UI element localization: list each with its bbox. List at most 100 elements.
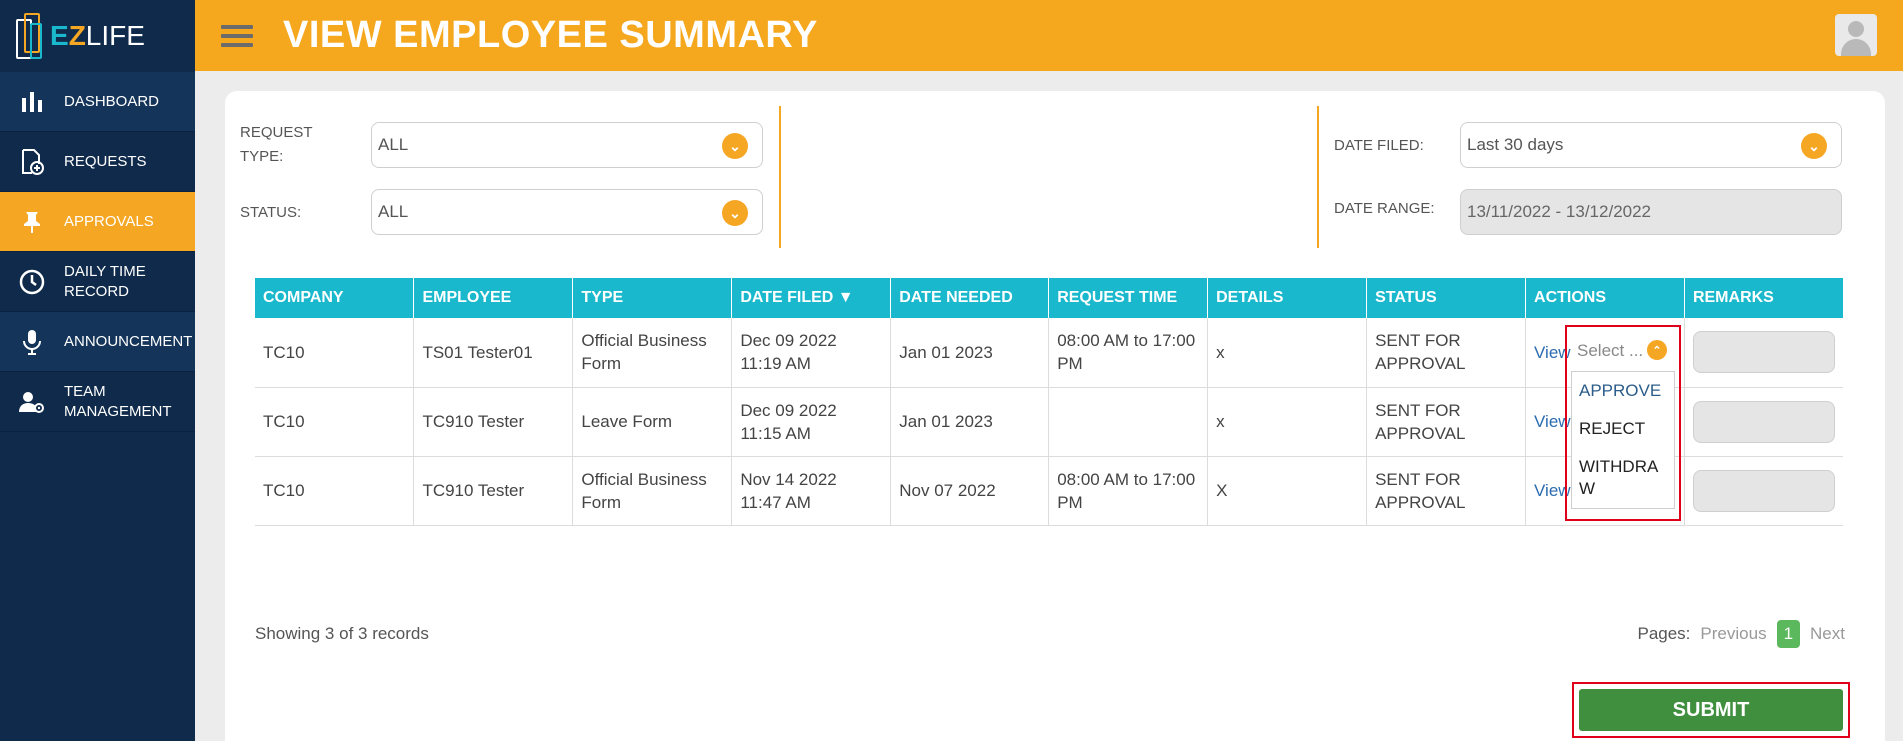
previous-page-link[interactable]: Previous — [1700, 624, 1766, 644]
date-range-label: DATE RANGE: — [1334, 200, 1435, 217]
microphone-icon — [18, 328, 46, 356]
bar-chart-icon — [18, 88, 46, 116]
submit-button[interactable]: SUBMIT — [1579, 689, 1843, 731]
remarks-input[interactable] — [1692, 331, 1835, 374]
sidebar-item-approvals[interactable]: APPROVALS — [0, 192, 195, 252]
sidebar-item-announcement[interactable]: ANNOUNCEMENT — [0, 312, 195, 372]
column-header-actions: ACTIONS — [1525, 278, 1685, 318]
sidebar-item-team-management[interactable]: TEAM MANAGEMENT — [0, 372, 195, 432]
date-filed-label: DATE FILED: — [1334, 137, 1424, 154]
action-options-list: APPROVE REJECT WITHDRAW — [1571, 371, 1675, 509]
cell-request-time: 08:00 AM to 17:00 PM — [1048, 318, 1209, 388]
sidebar: EZLIFE DASHBOARD REQUESTS APPROVALS DAIL… — [0, 0, 195, 741]
cell-employee: TC910 Tester — [413, 387, 574, 457]
chevron-down-icon: ⌄ — [1801, 133, 1827, 159]
divider — [779, 106, 781, 248]
document-add-icon — [18, 148, 46, 176]
records-count: Showing 3 of 3 records — [255, 624, 429, 643]
option-withdraw[interactable]: WITHDRAW — [1572, 448, 1674, 508]
request-type-label: REQUEST TYPE: — [240, 124, 313, 165]
column-header-company[interactable]: COMPANY — [255, 278, 415, 318]
cell-type: Leave Form — [572, 387, 733, 457]
column-header-status[interactable]: STATUS — [1366, 278, 1527, 318]
request-type-select[interactable]: ALL ⌄ — [371, 122, 763, 168]
sidebar-item-label: REQUESTS — [64, 152, 147, 170]
date-range-value: 13/11/2022 - 13/12/2022 — [1467, 202, 1652, 221]
chevron-down-icon: ⌄ — [722, 133, 748, 159]
cell-company: TC10 — [255, 456, 415, 526]
sidebar-item-label: DAILY TIME RECORD — [64, 262, 146, 300]
logo-text: EZLIFE — [50, 20, 145, 51]
user-settings-icon — [18, 388, 46, 416]
cell-date-filed: Dec 09 2022 11:19 AM — [731, 318, 892, 388]
remarks-input[interactable] — [1692, 400, 1835, 443]
cell-type: Official Business Form — [572, 456, 733, 526]
pin-icon — [18, 208, 46, 236]
cell-request-time: 08:00 AM to 17:00 PM — [1048, 456, 1209, 526]
cell-status: SENT FOR APPROVAL — [1366, 387, 1527, 457]
logo-mark-icon — [14, 11, 46, 61]
chevron-up-icon: ⌃ — [1647, 340, 1667, 360]
cell-remarks — [1684, 318, 1843, 388]
pages-label: Pages: — [1637, 624, 1691, 643]
status-value: ALL — [378, 202, 409, 221]
date-filed-select[interactable]: Last 30 days ⌄ — [1460, 122, 1842, 168]
divider — [1317, 106, 1319, 248]
cell-request-time — [1048, 387, 1209, 457]
cell-remarks — [1684, 387, 1843, 457]
clock-icon — [18, 268, 46, 296]
cell-date-needed: Nov 07 2022 — [890, 456, 1050, 526]
sidebar-item-label: ANNOUNCEMENT — [64, 332, 193, 350]
cell-employee: TC910 Tester — [413, 456, 574, 526]
cell-date-needed: Jan 01 2023 — [890, 318, 1050, 388]
column-header-date-filed[interactable]: DATE FILED ▼ — [731, 278, 892, 318]
cell-status: SENT FOR APPROVAL — [1366, 318, 1527, 388]
option-reject[interactable]: REJECT — [1572, 410, 1674, 448]
column-header-request-time[interactable]: REQUEST TIME — [1048, 278, 1209, 318]
cell-status: SENT FOR APPROVAL — [1366, 456, 1527, 526]
sidebar-item-label: TEAM MANAGEMENT — [64, 382, 172, 420]
cell-company: TC10 — [255, 387, 415, 457]
action-select-placeholder: Select ... — [1577, 341, 1644, 360]
chevron-down-icon: ⌄ — [722, 200, 748, 226]
request-type-value: ALL — [378, 135, 409, 154]
cell-details: x — [1207, 318, 1368, 388]
sidebar-item-daily-time-record[interactable]: DAILY TIME RECORD — [0, 252, 195, 312]
pagination: Pages: Previous 1 Next — [1637, 620, 1845, 648]
next-page-link[interactable]: Next — [1810, 624, 1845, 644]
cell-date-filed: Nov 14 2022 11:47 AM — [731, 456, 892, 526]
cell-type: Official Business Form — [572, 318, 733, 388]
top-header: VIEW EMPLOYEE SUMMARY — [195, 0, 1903, 71]
sidebar-item-requests[interactable]: REQUESTS — [0, 132, 195, 192]
hamburger-menu-icon[interactable] — [221, 20, 253, 52]
submit-highlight: SUBMIT — [1572, 682, 1850, 738]
sidebar-item-dashboard[interactable]: DASHBOARD — [0, 72, 195, 132]
option-approve[interactable]: APPROVE — [1572, 372, 1674, 410]
sidebar-item-label: APPROVALS — [64, 212, 154, 230]
column-header-date-needed[interactable]: DATE NEEDED — [890, 278, 1050, 318]
current-page-button[interactable]: 1 — [1776, 620, 1801, 648]
date-range-field: 13/11/2022 - 13/12/2022 — [1460, 189, 1842, 235]
table-header-row: COMPANY EMPLOYEE TYPE DATE FILED ▼ DATE … — [255, 278, 1843, 318]
cell-date-filed: Dec 09 2022 11:15 AM — [731, 387, 892, 457]
cell-details: x — [1207, 387, 1368, 457]
column-header-remarks: REMARKS — [1684, 278, 1843, 318]
cell-company: TC10 — [255, 318, 415, 388]
avatar[interactable] — [1835, 14, 1877, 56]
cell-details: X — [1207, 456, 1368, 526]
page-title: VIEW EMPLOYEE SUMMARY — [283, 14, 818, 56]
status-label: STATUS: — [240, 204, 302, 221]
app-logo[interactable]: EZLIFE — [0, 0, 195, 72]
sidebar-item-label: DASHBOARD — [64, 92, 160, 110]
cell-date-needed: Jan 01 2023 — [890, 387, 1050, 457]
column-header-type[interactable]: TYPE — [572, 278, 733, 318]
column-header-employee[interactable]: EMPLOYEE — [413, 278, 574, 318]
column-header-details[interactable]: DETAILS — [1207, 278, 1368, 318]
date-filed-value: Last 30 days — [1467, 135, 1564, 154]
cell-employee: TS01 Tester01 — [413, 318, 574, 388]
cell-remarks — [1684, 456, 1843, 526]
action-dropdown-highlight: Select ... ⌃ APPROVE REJECT WITHDRAW — [1565, 325, 1681, 521]
action-select[interactable]: Select ... ⌃ — [1571, 331, 1675, 369]
remarks-input[interactable] — [1692, 469, 1835, 512]
status-select[interactable]: ALL ⌄ — [371, 189, 763, 235]
